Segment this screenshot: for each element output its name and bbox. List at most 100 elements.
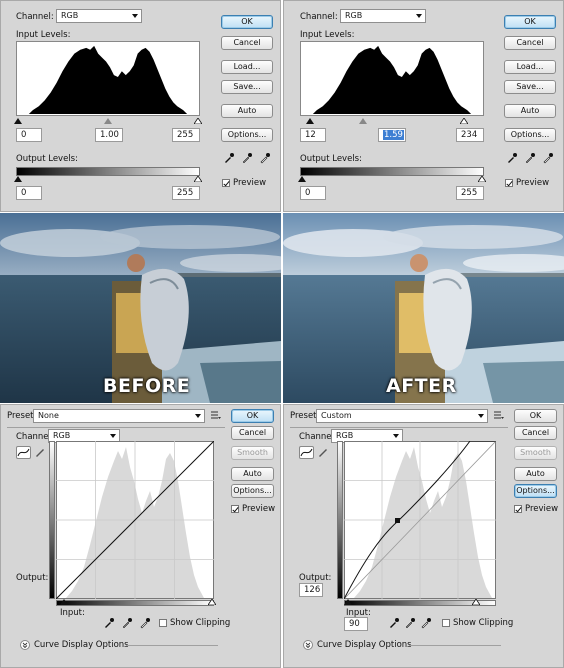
auto-button[interactable]: Auto [514, 467, 557, 481]
input-white-slider[interactable] [472, 599, 480, 605]
chevron-down-icon [132, 14, 138, 18]
input-white-field[interactable]: 255 [172, 128, 200, 142]
load-button[interactable]: Load... [504, 60, 556, 74]
output-value-field[interactable]: 126 [299, 583, 323, 597]
expand-chevron-icon[interactable] [20, 640, 30, 650]
input-levels-label: Input Levels: [16, 30, 71, 40]
curves-dialog-before: Preset: None Channel: RGB Output: Input:… [0, 404, 281, 668]
eyedropper-gray-icon[interactable] [121, 617, 133, 629]
before-caption: BEFORE [103, 375, 191, 397]
curves-graph[interactable] [344, 441, 496, 599]
eyedropper-black-icon[interactable] [223, 152, 235, 164]
gamma-slider[interactable] [359, 118, 367, 124]
preset-select[interactable]: Custom [316, 409, 488, 423]
cancel-button[interactable]: Cancel [504, 36, 556, 50]
show-clipping-checkbox[interactable] [442, 619, 450, 627]
eyedropper-black-icon[interactable] [103, 617, 115, 629]
output-white-field[interactable]: 255 [456, 186, 484, 200]
eyedropper-white-icon[interactable] [139, 617, 151, 629]
input-white-slider[interactable] [208, 599, 216, 605]
eyedropper-gray-icon[interactable] [524, 152, 536, 164]
ok-button[interactable]: OK [221, 15, 273, 29]
eyedropper-gray-icon[interactable] [404, 617, 416, 629]
eyedropper-white-icon[interactable] [542, 152, 554, 164]
cancel-button[interactable]: Cancel [514, 426, 557, 440]
white-point-slider[interactable] [194, 118, 202, 124]
curve-point-icon[interactable] [16, 446, 31, 459]
preview-checkbox[interactable] [505, 179, 513, 187]
output-black-field[interactable]: 0 [300, 186, 326, 200]
separator [409, 645, 501, 646]
load-button[interactable]: Load... [221, 60, 273, 74]
options-button[interactable]: Options... [514, 484, 557, 498]
curves-graph[interactable] [56, 441, 214, 599]
eyedropper-black-icon[interactable] [388, 617, 400, 629]
channel-label: Channel: [300, 12, 338, 22]
histogram-shape [312, 45, 472, 115]
chevron-down-icon [195, 414, 201, 418]
eyedropper-white-icon[interactable] [259, 152, 271, 164]
options-button[interactable]: Options... [231, 484, 274, 498]
ok-button[interactable]: OK [504, 15, 556, 29]
gamma-slider[interactable] [104, 118, 112, 124]
after-photo: AFTER [283, 213, 564, 403]
cancel-button[interactable]: Cancel [231, 426, 274, 440]
ok-button[interactable]: OK [231, 409, 274, 423]
curve-display-options-label[interactable]: Curve Display Options [317, 640, 412, 650]
curve-control-point[interactable] [395, 518, 400, 523]
expand-chevron-icon[interactable] [303, 640, 313, 650]
black-point-slider[interactable] [14, 118, 22, 124]
preview-label: Preview [233, 178, 267, 188]
cancel-button[interactable]: Cancel [221, 36, 273, 50]
input-black-slider[interactable] [60, 599, 68, 605]
pencil-icon[interactable] [34, 446, 46, 458]
eyedropper-gray-icon[interactable] [241, 152, 253, 164]
input-value-field[interactable]: 90 [344, 617, 368, 631]
curve-display-options-label[interactable]: Curve Display Options [34, 640, 129, 650]
smooth-button[interactable]: Smooth [231, 446, 274, 460]
preview-checkbox[interactable] [222, 179, 230, 187]
output-gradient-vertical [337, 441, 343, 599]
channel-select[interactable]: RGB [340, 9, 426, 23]
preset-menu-icon[interactable] [494, 411, 504, 420]
black-point-slider[interactable] [306, 118, 314, 124]
ok-button[interactable]: OK [514, 409, 557, 423]
auto-button[interactable]: Auto [221, 104, 273, 118]
white-point-slider[interactable] [460, 118, 468, 124]
output-white-slider[interactable] [194, 176, 202, 182]
input-gamma-field[interactable]: 1.00 [95, 128, 123, 142]
options-button[interactable]: Options... [221, 128, 273, 142]
preview-checkbox[interactable] [231, 505, 239, 513]
save-button[interactable]: Save... [504, 80, 556, 94]
auto-button[interactable]: Auto [231, 467, 274, 481]
smooth-button[interactable]: Smooth [514, 446, 557, 460]
preview-label: Preview [525, 504, 559, 514]
channel-select[interactable]: RGB [56, 9, 142, 23]
preset-select[interactable]: None [33, 409, 205, 423]
output-black-slider[interactable] [298, 176, 306, 182]
auto-button[interactable]: Auto [504, 104, 556, 118]
after-caption: AFTER [386, 375, 457, 397]
input-levels-histogram [300, 41, 484, 116]
eyedropper-black-icon[interactable] [506, 152, 518, 164]
output-black-slider[interactable] [14, 176, 22, 182]
pencil-icon[interactable] [317, 446, 329, 458]
options-button[interactable]: Options... [504, 128, 556, 142]
save-button[interactable]: Save... [221, 80, 273, 94]
curve-point-icon[interactable] [299, 446, 314, 459]
output-black-field[interactable]: 0 [16, 186, 42, 200]
input-white-field[interactable]: 234 [456, 128, 484, 142]
output-gradient-bar [300, 167, 484, 176]
eyedropper-white-icon[interactable] [420, 617, 432, 629]
input-gamma-field[interactable]: 1.59 [378, 128, 406, 142]
output-white-field[interactable]: 255 [172, 186, 200, 200]
channel-label: Channel: [16, 12, 54, 22]
show-clipping-checkbox[interactable] [159, 619, 167, 627]
input-black-field[interactable]: 0 [16, 128, 42, 142]
preview-checkbox[interactable] [514, 505, 522, 513]
input-black-field[interactable]: 12 [300, 128, 326, 142]
output-white-slider[interactable] [478, 176, 486, 182]
input-black-slider[interactable] [344, 599, 352, 605]
curves-dialog-after: Preset: Custom Channel: RGB Output: 126 … [283, 404, 564, 668]
preset-menu-icon[interactable] [211, 411, 221, 420]
